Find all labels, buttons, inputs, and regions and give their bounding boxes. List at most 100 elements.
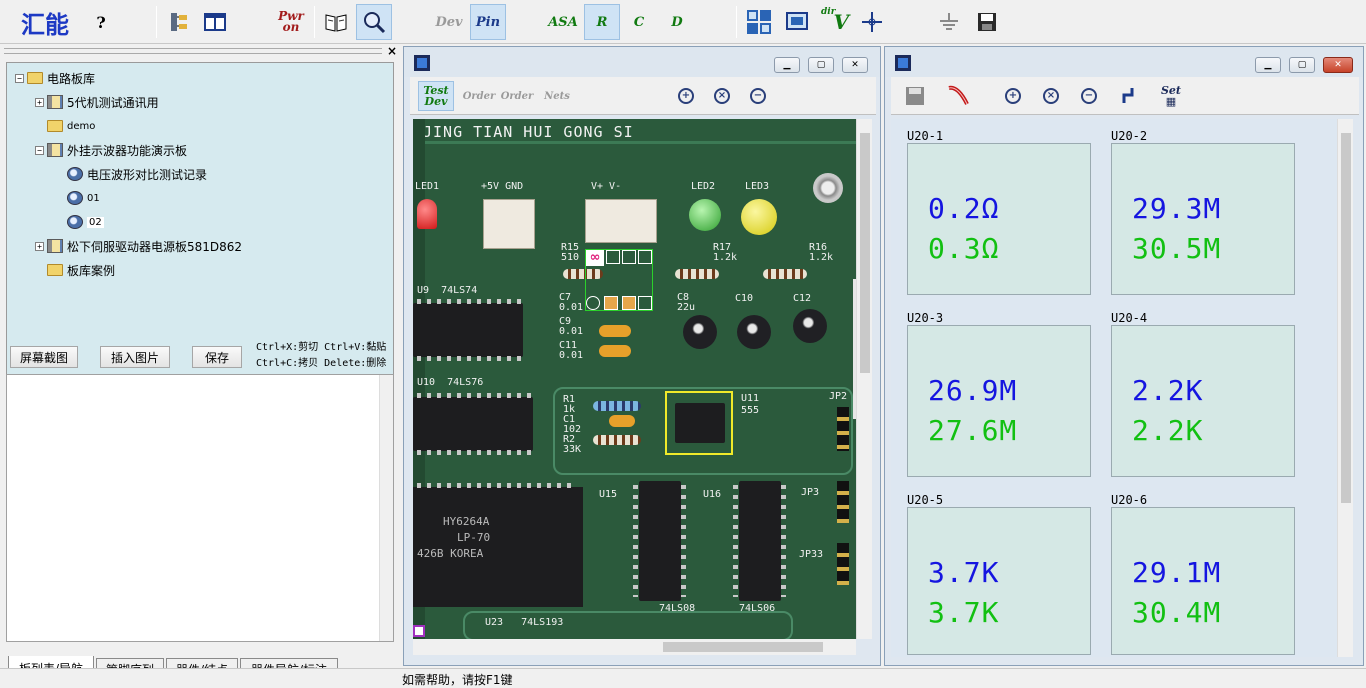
order-button[interactable]: Order — [462, 81, 496, 111]
asa-mode-button[interactable]: ASA — [544, 4, 582, 40]
zoom-in-button[interactable]: + — [672, 81, 700, 111]
dev-mode-button[interactable]: Dev — [432, 4, 466, 40]
zoom-out-button[interactable]: − — [744, 81, 772, 111]
editor-scrollbar[interactable] — [379, 375, 393, 641]
c-mode-button[interactable]: C — [624, 4, 654, 40]
measurement-toolbar: + × − Set ▦ — [891, 77, 1359, 115]
tree-item[interactable]: 板库案例 — [47, 261, 115, 279]
measurement-cell[interactable]: 26.9M 27.6M — [907, 325, 1091, 477]
capacitor-c1 — [609, 415, 635, 427]
tree-item-label: 02 — [87, 216, 104, 228]
silk-label: LED3 — [745, 181, 770, 192]
ic-u16[interactable] — [739, 481, 781, 601]
screenshot-button[interactable]: 屏幕截图 — [10, 346, 78, 368]
probe-button[interactable] — [943, 81, 973, 111]
zoom-fit-icon: × — [1043, 88, 1059, 104]
measurement-cell[interactable]: 29.1M 30.4M — [1111, 507, 1295, 655]
tree-item[interactable]: 电压波形对比测试记录 — [67, 165, 207, 183]
board-tree-icon[interactable] — [166, 4, 192, 40]
ic-u15[interactable] — [639, 481, 681, 601]
multi-view-button[interactable] — [744, 4, 774, 40]
order-alt-button[interactable]: Order — [500, 81, 534, 111]
save-button[interactable]: 保存 — [192, 346, 242, 368]
zoom-fit-button[interactable]: × — [708, 81, 736, 111]
board-vscroll[interactable] — [856, 119, 872, 639]
monitor-icon — [786, 12, 808, 30]
close-button[interactable]: ✕ — [1323, 57, 1353, 73]
mounting-screw — [813, 173, 843, 203]
close-panel-icon[interactable]: × — [386, 44, 398, 58]
expand-icon[interactable]: + — [35, 241, 44, 251]
measurement-cell[interactable]: 3.7K 3.7K — [907, 507, 1091, 655]
tree-item[interactable]: 01 — [67, 189, 100, 207]
panel-grip — [4, 48, 382, 54]
insert-image-button[interactable]: 插入图片 — [100, 346, 170, 368]
measure-value-2: 27.6M — [928, 414, 1018, 447]
settings-button[interactable]: Set ▦ — [1155, 81, 1187, 111]
pcb-photo[interactable]: JING TIAN HUI GONG SI LED1 +5V GND V+ V-… — [413, 119, 856, 639]
silk-label: C8 22u — [677, 292, 696, 313]
crosshair-icon — [862, 12, 882, 32]
resistor-r2 — [593, 435, 641, 445]
measurement-cell[interactable]: 0.2Ω 0.3Ω — [907, 143, 1091, 295]
measurement-vscroll[interactable] — [1337, 119, 1353, 657]
collapse-icon[interactable]: − — [15, 73, 24, 83]
expand-icon[interactable]: + — [35, 97, 44, 107]
maximize-button[interactable]: ▢ — [808, 57, 834, 73]
dir-v-button[interactable]: dir V — [818, 4, 852, 40]
minimize-button[interactable]: ▁ — [774, 57, 800, 73]
save-toolbar-button[interactable] — [972, 4, 1002, 40]
step-button[interactable] — [1117, 81, 1143, 111]
close-button[interactable]: ✕ — [842, 57, 868, 73]
search-board-button[interactable] — [356, 4, 392, 40]
nets-button[interactable]: Nets — [540, 81, 574, 111]
tree-item[interactable]: + 松下伺服驱动器电源板581D862 — [35, 237, 242, 255]
power-on-button[interactable]: Pwr on — [274, 4, 308, 40]
board-window-titlebar[interactable]: ▁ ▢ ✕ — [404, 47, 880, 77]
folder-icon — [47, 264, 63, 276]
ic-u10[interactable] — [413, 397, 533, 451]
open-book-button[interactable] — [320, 4, 352, 40]
d-mode-button[interactable]: D — [662, 4, 692, 40]
ic-u9[interactable] — [413, 303, 523, 357]
tree-root[interactable]: − 电路板库 — [15, 69, 95, 87]
tree-item-label: 板库案例 — [67, 263, 116, 278]
floppy-icon — [906, 87, 924, 105]
tree-item[interactable]: − 外挂示波器功能演示板 — [35, 141, 187, 159]
note-editor[interactable] — [6, 374, 394, 642]
tree-item-selected[interactable]: 02 — [67, 213, 104, 231]
output-connector — [585, 199, 657, 243]
silk-label: +5V GND — [481, 181, 524, 192]
r-mode-button[interactable]: R — [584, 4, 620, 40]
tree-root-label: 电路板库 — [47, 71, 96, 86]
measurement-cell[interactable]: 2.2K 2.2K — [1111, 325, 1295, 477]
cell-label: U20-5 — [907, 493, 944, 507]
board-icon — [47, 143, 63, 157]
save-meas-button[interactable] — [901, 81, 929, 111]
zoom-fit-button[interactable]: × — [1037, 81, 1065, 111]
silk-label: LED2 — [691, 181, 716, 192]
single-view-button[interactable] — [782, 4, 812, 40]
window-layout-button[interactable] — [202, 4, 228, 40]
tree-item[interactable]: +5代机测试通讯用 — [35, 93, 159, 111]
zoom-in-button[interactable]: + — [999, 81, 1027, 111]
test-dev-button[interactable]: Test Dev — [418, 81, 454, 111]
status-text: 如需帮助，请按F1键 — [402, 673, 513, 687]
highlighted-component[interactable] — [665, 391, 733, 455]
maximize-button[interactable]: ▢ — [1289, 57, 1315, 73]
measurement-window-titlebar[interactable]: ▁ ▢ ✕ — [885, 47, 1363, 77]
measurement-cell[interactable]: 29.3M 30.5M — [1111, 143, 1295, 295]
tree-item[interactable]: demo — [47, 117, 95, 135]
resistor-r16 — [763, 269, 807, 279]
pin-mode-button[interactable]: Pin — [470, 4, 506, 40]
board-hscroll[interactable] — [413, 639, 856, 655]
cell-label: U20-2 — [1111, 129, 1148, 143]
probe-selection-box[interactable]: ∞ — [585, 249, 653, 311]
minimize-button[interactable]: ▁ — [1255, 57, 1281, 73]
collapse-icon[interactable]: − — [35, 145, 44, 155]
capacitor-c11 — [599, 345, 631, 357]
ground-button[interactable] — [934, 4, 964, 40]
crosshair-button[interactable] — [858, 4, 886, 40]
help-button[interactable]: ? — [90, 4, 112, 40]
zoom-out-button[interactable]: − — [1075, 81, 1103, 111]
